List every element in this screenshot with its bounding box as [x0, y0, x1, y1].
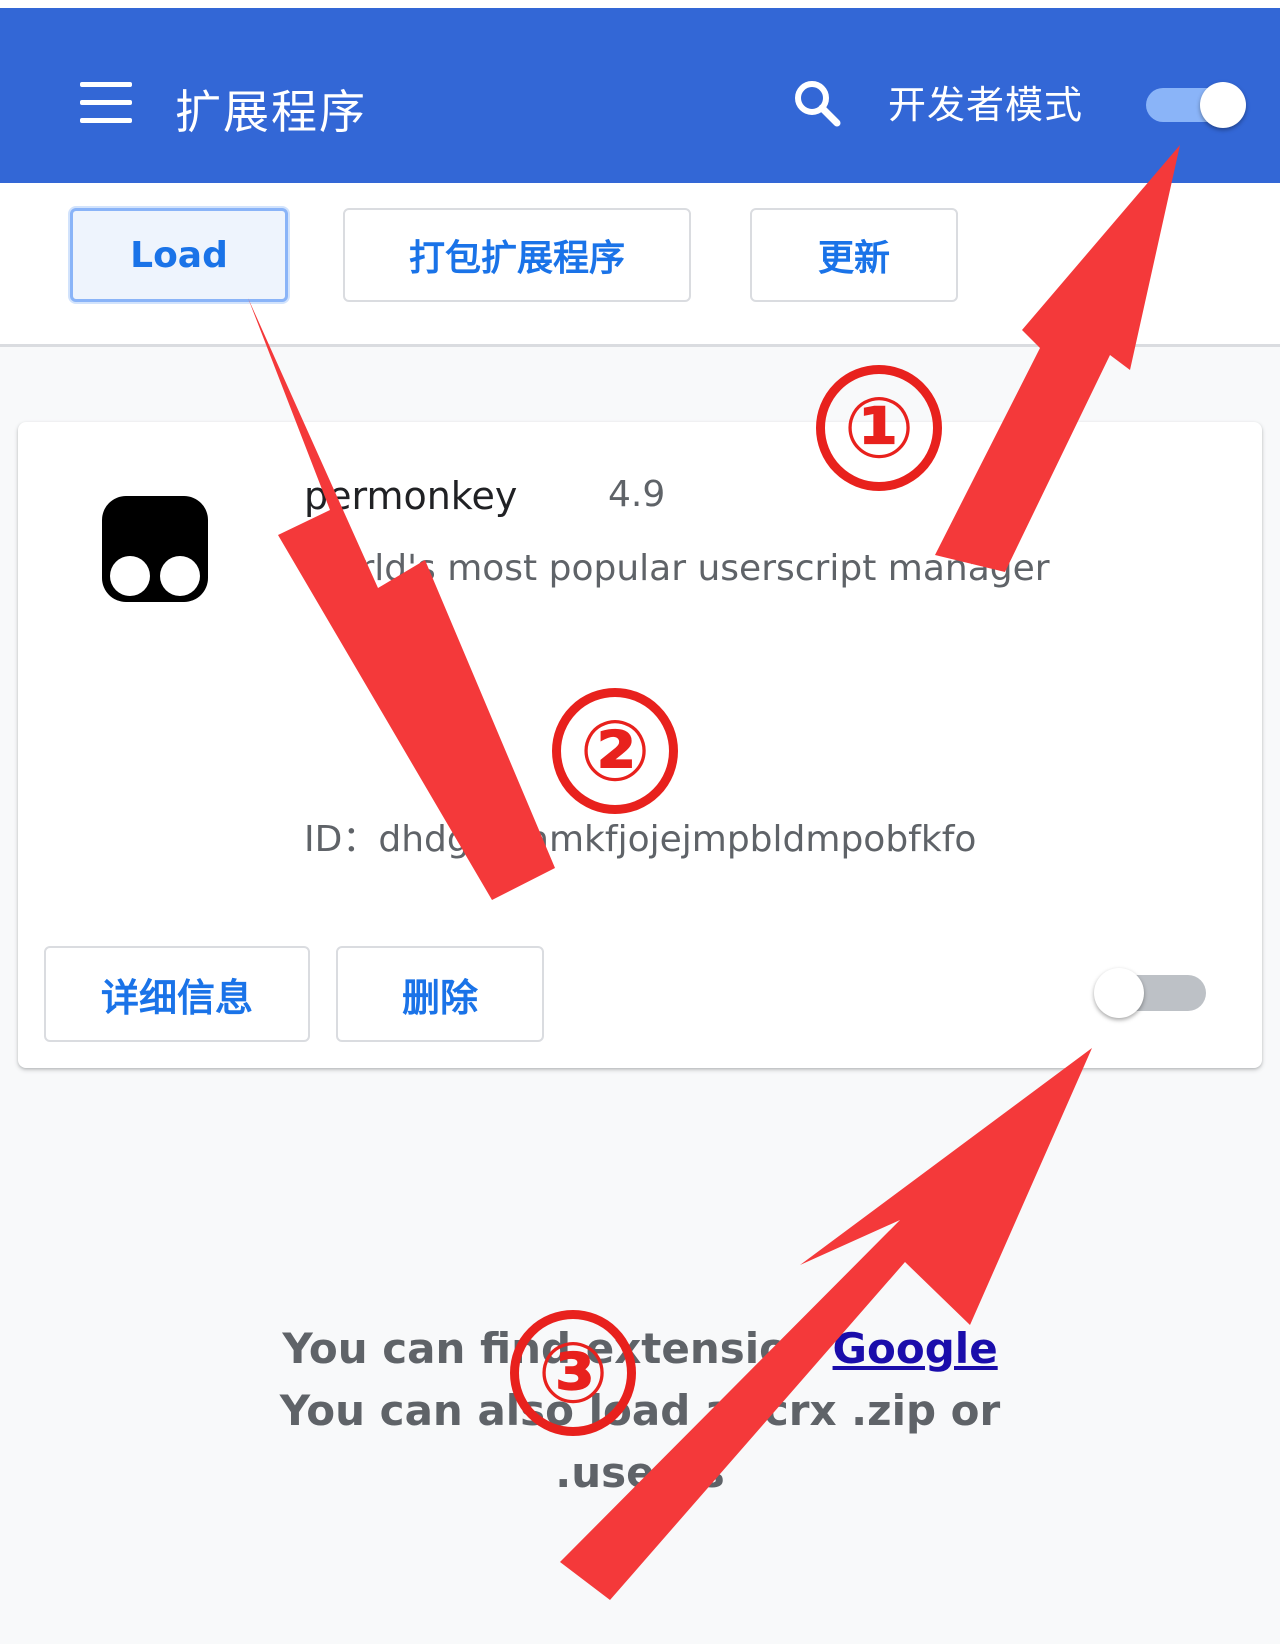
developer-mode-toggle[interactable] [1146, 82, 1246, 128]
pack-extension-button[interactable]: 打包扩展程序 [343, 208, 691, 302]
remove-button[interactable]: 删除 [336, 946, 544, 1042]
extension-id: ID：dhdg ebhmkfjojejmpbldmpobfkfo [304, 810, 976, 862]
tampermonkey-icon [100, 494, 210, 604]
footer-hint: You can find extension Google You can al… [200, 1318, 1080, 1566]
details-button[interactable]: 详细信息 [44, 946, 310, 1042]
step-3-marker: ③ [510, 1310, 636, 1436]
footer-line-1: You can find extension Google [200, 1318, 1080, 1380]
extension-version: 4.9 [608, 474, 666, 515]
extension-id-value: dhdg ebhmkfjojejmpbldmpobfkfo [378, 819, 977, 860]
extension-enable-toggle[interactable] [1094, 968, 1210, 1018]
google-link[interactable]: Google [833, 1324, 998, 1373]
developer-mode-label: 开发者模式 [888, 83, 1084, 127]
footer-line-2: You can also load a .crx .zip or .user.j… [279, 1386, 1001, 1497]
top-strip [0, 0, 1280, 8]
page-title: 扩展程序 [175, 85, 367, 139]
developer-toolbar: Load 打包扩展程序 更新 [0, 183, 1280, 347]
app-header: 扩展程序 开发者模式 [0, 8, 1280, 183]
search-icon[interactable] [792, 78, 842, 128]
toggle-thumb [1094, 968, 1144, 1018]
menu-icon[interactable] [80, 82, 132, 124]
step-1-marker: ① [816, 365, 942, 491]
update-button[interactable]: 更新 [750, 208, 958, 302]
extension-id-label: ID： [304, 819, 379, 860]
load-unpacked-button[interactable]: Load [70, 208, 288, 302]
extension-name: permonkey [304, 474, 518, 518]
footer-line-3: fi [624, 1510, 656, 1559]
step-2-marker: ② [552, 688, 678, 814]
extension-description: T orld's most popular userscript manager [304, 548, 1050, 589]
toggle-thumb [1200, 82, 1246, 128]
